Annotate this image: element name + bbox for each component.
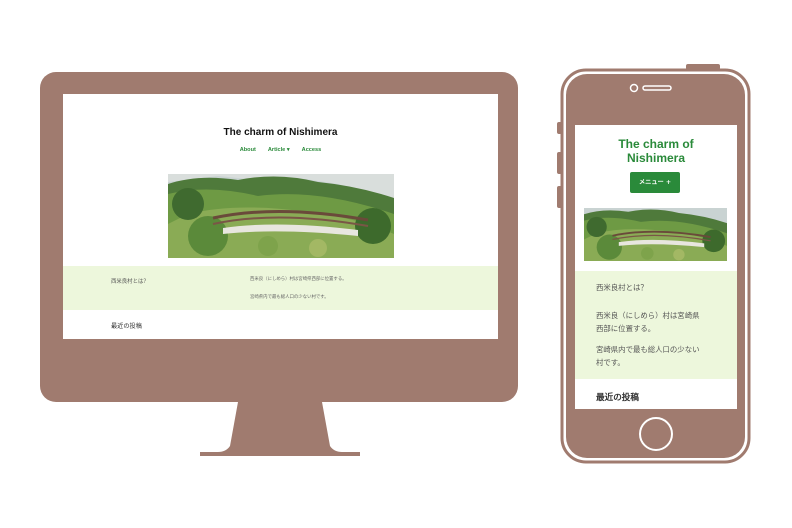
mobile-intro-title: 西米良村とは？ [596,283,648,292]
mobile-intro-line-1b: 西部に位置する。 [596,324,656,333]
mobile-intro-band: 西米良村とは？ 西米良（にしめら）村は宮崎県 西部に位置する。 宮崎県内で最も総… [575,271,737,379]
intro-band: 西米良村とは？ 西米良（にしめら）村は宮崎県西部に位置する。 宮崎県内で最も総人… [63,266,498,310]
mobile-title-line-2: Nishimera [626,151,686,165]
mobile-title-line-1: The charm of [618,137,694,151]
phone-screen: The charm of Nishimera メニュー + 西米良村とは？ 西米… [575,125,737,409]
mobile-intro-line-1: 西米良（にしめら）村は宮崎県 西部に位置する。 [596,309,699,335]
mobile-intro-line-1a: 西米良（にしめら）村は宮崎県 [596,311,700,320]
mobile-hero-image [584,208,727,261]
intro-line-1: 西米良（にしめら）村は宮崎県西部に位置する。 [250,277,347,282]
mobile-recent-posts-heading: 最近の投稿 [596,393,639,403]
mobile-site-title[interactable]: The charm of Nishimera [575,137,737,165]
site-title[interactable]: The charm of Nishimera [63,127,498,138]
mobile-menu-button[interactable]: メニュー + [630,172,680,193]
hero-image [168,174,394,258]
monitor-stand [200,402,360,456]
mobile-intro-line-2: 宮崎県内で最も総人口の少ない 村です。 [596,343,699,369]
desktop-screen: The charm of Nishimera About Article ▾ A… [63,94,498,339]
intro-line-2: 宮崎県内で最も総人口の少ない村です。 [250,295,329,300]
desktop-nav: About Article ▾ Access [63,147,498,153]
nav-item-access[interactable]: Access [302,147,322,153]
mobile-intro-line-2b: 村です。 [596,358,625,367]
nav-item-about[interactable]: About [240,147,256,153]
mobile-intro-line-2a: 宮崎県内で最も総人口の少ない [596,345,700,354]
nav-item-article[interactable]: Article ▾ [268,147,290,153]
intro-title: 西米良村とは？ [111,279,149,285]
recent-posts-heading: 最近の投稿 [111,323,142,330]
